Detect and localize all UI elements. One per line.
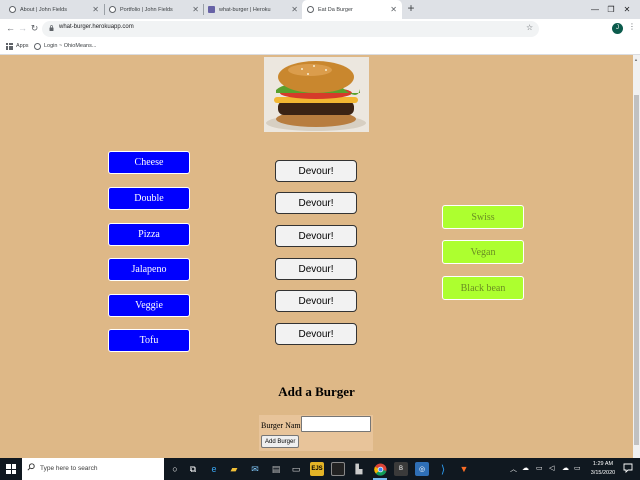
burger-button-veggie[interactable]: Veggie — [108, 294, 190, 317]
devoured-burger-swiss[interactable]: Swiss — [442, 205, 524, 229]
ejs-icon[interactable]: EJS — [310, 462, 324, 476]
globe-icon — [34, 43, 41, 50]
devour-button-pizza[interactable]: Devour! — [275, 225, 357, 247]
tray-chevron-icon[interactable]: ︿ — [510, 464, 517, 474]
devoured-burger-black-bean[interactable]: Black bean — [442, 276, 524, 300]
burger-button-cheese[interactable]: Cheese — [108, 151, 190, 174]
tray-app-icon[interactable]: ☁ — [522, 464, 529, 472]
vscode-icon[interactable]: ⟩ — [436, 462, 450, 476]
devour-button-tofu[interactable]: Devour! — [275, 323, 357, 345]
heroku-icon — [208, 6, 215, 13]
tab-title: Eat Da Burger — [318, 6, 353, 13]
tab-title: About | John Fields — [20, 6, 67, 13]
apps-grid-icon[interactable] — [6, 43, 13, 50]
windows-taskbar: Type here to search ○ ⧉ e ▰ ✉ ▤ ▭ EJS ▙ … — [0, 458, 640, 480]
search-placeholder: Type here to search — [40, 465, 98, 472]
burger-button-jalapeno[interactable]: Jalapeno — [108, 258, 190, 281]
bookmark-star-icon[interactable]: ☆ — [526, 23, 533, 32]
tab-about[interactable]: About | John Fields ✕ — [4, 0, 104, 19]
burger-button-tofu[interactable]: Tofu — [108, 329, 190, 352]
add-burger-button[interactable]: Add Burger — [261, 435, 300, 448]
kebab-menu-icon[interactable]: ⋮ — [628, 22, 636, 31]
tab-strip: About | John Fields ✕ Portfolio | John F… — [0, 0, 640, 19]
gitlab-icon[interactable]: ▼ — [457, 462, 471, 476]
globe-icon — [109, 6, 116, 13]
edge-icon[interactable]: e — [207, 462, 221, 476]
taskbar-clock-date[interactable]: 3/15/2020 — [586, 470, 620, 476]
devour-button-veggie[interactable]: Devour! — [275, 290, 357, 312]
app-icon[interactable]: B — [394, 462, 408, 476]
new-tab-button[interactable]: + — [404, 1, 418, 15]
back-button[interactable]: ← — [5, 23, 16, 34]
add-burger-form: Burger Name: Add Burger — [259, 415, 373, 451]
burger-image — [264, 57, 369, 132]
address-bar[interactable]: what-burger.herokuapp.com ☆ — [42, 21, 539, 37]
tab-heroku[interactable]: what-burger | Heroku ✕ — [203, 0, 303, 19]
burger-name-label: Burger Name: — [261, 421, 307, 430]
close-icon[interactable]: ✕ — [390, 5, 397, 14]
scroll-up-arrow-icon[interactable]: ▲ — [634, 57, 638, 62]
volume-icon[interactable]: ◁ — [549, 464, 554, 472]
window-close-button[interactable]: ✕ — [612, 0, 640, 19]
bookmark-login[interactable]: Login ~ OhioMeans... — [44, 43, 96, 49]
devour-button-jalapeno[interactable]: Devour! — [275, 258, 357, 280]
tab-eat-da-burger[interactable]: Eat Da Burger ✕ — [302, 0, 402, 19]
close-icon[interactable]: ✕ — [192, 5, 199, 14]
url-text: what-burger.herokuapp.com — [59, 24, 134, 30]
burger-name-input[interactable] — [301, 416, 371, 432]
close-icon[interactable]: ✕ — [291, 5, 298, 14]
chrome-icon[interactable] — [373, 462, 387, 476]
network-icon[interactable]: ▭ — [536, 464, 543, 472]
burger-button-double[interactable]: Double — [108, 187, 190, 210]
bookmark-apps[interactable]: Apps — [16, 43, 29, 49]
burger-button-pizza[interactable]: Pizza — [108, 223, 190, 246]
reload-button[interactable]: ↻ — [29, 23, 40, 34]
globe-icon — [9, 6, 16, 13]
add-burger-heading: Add a Burger — [278, 384, 355, 399]
app-icon[interactable]: ▙ — [352, 462, 366, 476]
windows-start-icon[interactable] — [6, 464, 16, 474]
devoured-burger-vegan[interactable]: Vegan — [442, 240, 524, 264]
devour-button-double[interactable]: Devour! — [275, 192, 357, 214]
store-icon[interactable]: ▤ — [269, 462, 283, 476]
terminal-icon[interactable]: ▭ — [289, 462, 303, 476]
taskbar-clock-time[interactable]: 1:29 AM — [588, 461, 618, 467]
task-view-icon[interactable]: ⧉ — [186, 462, 200, 476]
profile-avatar[interactable]: J — [612, 23, 623, 34]
onedrive-icon[interactable]: ☁ — [562, 464, 569, 472]
keyboard-icon[interactable]: ▭ — [574, 464, 581, 472]
taskbar-search-box[interactable]: Type here to search — [22, 458, 164, 480]
notification-center-icon[interactable] — [623, 463, 633, 473]
app-icon[interactable]: ◎ — [415, 462, 429, 476]
globe-icon — [307, 6, 314, 13]
tab-title: Portfolio | John Fields — [120, 6, 173, 13]
forward-button[interactable]: → — [17, 23, 28, 34]
devour-button-cheese[interactable]: Devour! — [275, 160, 357, 182]
cmd-icon[interactable] — [331, 462, 345, 476]
tab-portfolio[interactable]: Portfolio | John Fields ✕ — [104, 0, 204, 19]
lock-icon — [49, 25, 54, 31]
page-scrollbar[interactable]: ▲ — [633, 55, 640, 458]
mail-icon[interactable]: ✉ — [248, 462, 262, 476]
file-explorer-icon[interactable]: ▰ — [227, 462, 241, 476]
page-content: Cheese Double Pizza Jalapeno Veggie Tofu… — [0, 55, 633, 458]
search-icon — [27, 463, 35, 471]
cortana-icon[interactable]: ○ — [168, 462, 182, 476]
scrollbar-thumb[interactable] — [634, 95, 639, 445]
bookmarks-bar: Apps Login ~ OhioMeans... — [0, 39, 640, 55]
close-icon[interactable]: ✕ — [92, 5, 99, 14]
tab-title: what-burger | Heroku — [219, 6, 271, 13]
browser-toolbar: ← → ↻ what-burger.herokuapp.com ☆ — [0, 19, 640, 52]
